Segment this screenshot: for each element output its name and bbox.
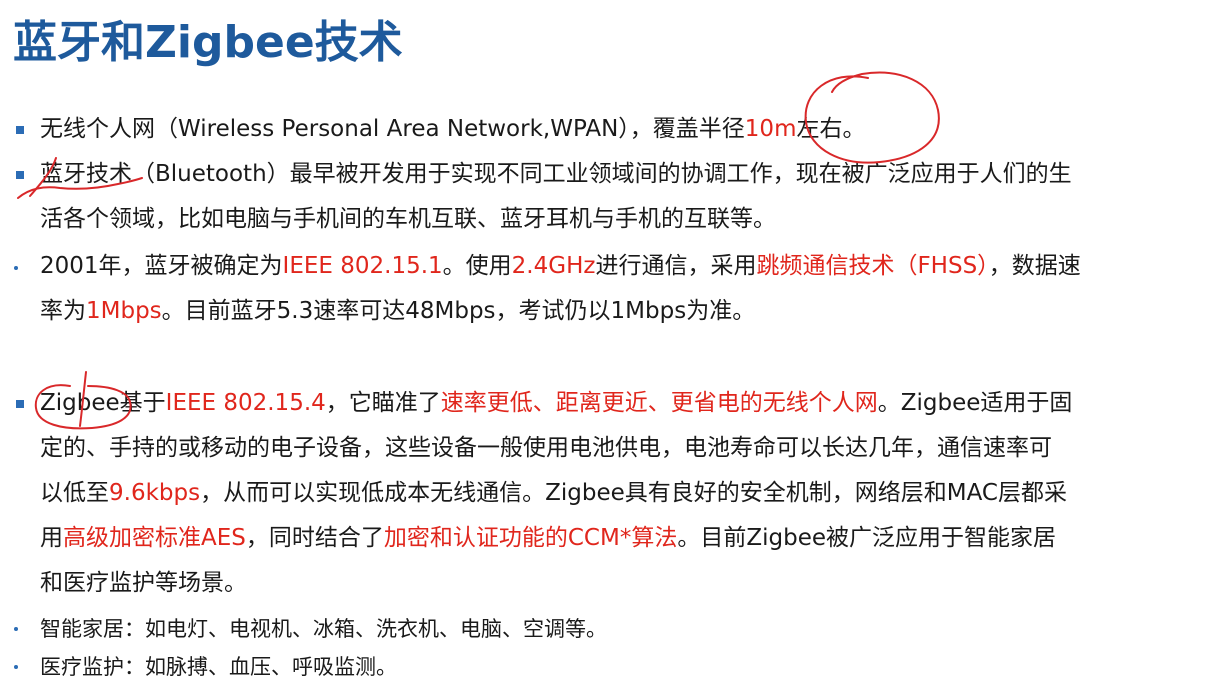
highlight-span: 10m [744, 116, 797, 142]
square-bullet-icon [16, 400, 24, 408]
slide-title: 蓝牙和Zigbee技术 [13, 17, 403, 68]
dot-bullet-icon [14, 665, 18, 669]
dot-bullet-icon [14, 627, 18, 631]
slide: 蓝牙和Zigbee技术 无线个人网（Wireless Personal Area… [0, 0, 1221, 680]
dot-bullet-icon [14, 266, 18, 270]
bullet-line: 智能家居：如电灯、电视机、冰箱、洗衣机、电脑、空调等。 [40, 617, 607, 641]
square-bullet-icon [16, 171, 24, 179]
bullet-line: 无线个人网（Wireless Personal Area Network,WPA… [40, 107, 1180, 152]
highlight-span: IEEE 802.15.1 [282, 253, 443, 279]
bullet-line: 和医疗监护等场景。 [40, 570, 247, 596]
bullet-line: 定的、手持的或移动的电子设备，这些设备一般使用电池供电，电池寿命可以长达几年，通… [40, 435, 1052, 461]
bullet-line: 活各个领域，比如电脑与手机间的车机互联、蓝牙耳机与手机的互联等。 [40, 206, 776, 232]
bullet-line: 蓝牙技术（Bluetooth）最早被开发用于实现不同工业领域间的协调工作，现在被… [40, 161, 1072, 187]
highlight-span: 跳频通信技术（FHSS） [756, 253, 989, 279]
sub-bullet-smart-home: 智能家居：如电灯、电视机、冰箱、洗衣机、电脑、空调等。 [14, 610, 1180, 648]
highlight-span: 高级加密标准AES [63, 525, 246, 551]
text-span: 。目前Zigbee被广泛应用于智能家居 [677, 525, 1056, 551]
text-span: 无线个人网（Wireless Personal Area Network,WPA… [40, 116, 745, 142]
highlight-span: IEEE 802.15.4 [165, 390, 326, 416]
text-span: 率为 [40, 298, 86, 324]
text-span: ，同时结合了 [245, 525, 384, 551]
text-span: 左右。 [796, 116, 866, 142]
text-span: ，它瞄准了 [325, 390, 441, 416]
text-span: Zigbee基于 [40, 390, 166, 416]
text-span: 。目前蓝牙5.3速率可达48Mbps，考试仍以1Mbps为准。 [161, 298, 756, 324]
bullet-wpan: 无线个人网（Wireless Personal Area Network,WPA… [16, 107, 1180, 152]
square-bullet-icon [16, 126, 24, 134]
bullet-bluetooth: 蓝牙技术（Bluetooth）最早被开发用于实现不同工业领域间的协调工作，现在被… [16, 152, 1180, 242]
text-span: 2001年，蓝牙被确定为 [40, 253, 283, 279]
text-span: 进行通信，采用 [595, 253, 757, 279]
highlight-span: 速率更低、距离更近、更省电的无线个人网 [440, 390, 878, 416]
bullet-line: Zigbee基于IEEE 802.15.4，它瞄准了速率更低、距离更近、更省电的… [40, 381, 1180, 426]
text-span: 用 [40, 525, 63, 551]
highlight-span: 1Mbps [86, 298, 162, 324]
bullet-line: 2001年，蓝牙被确定为IEEE 802.15.1。使用2.4GHz进行通信，采… [40, 244, 1180, 289]
text-span: 。Zigbee适用于固 [877, 390, 1073, 416]
bullet-line: 医疗监护：如脉搏、血压、呼吸监测。 [40, 655, 397, 679]
highlight-span: 2.4GHz [511, 253, 596, 279]
highlight-span: 9.6kbps [109, 480, 201, 506]
bullet-line: 用高级加密标准AES，同时结合了加密和认证功能的CCM*算法。目前Zigbee被… [40, 516, 1180, 561]
bullet-bluetooth-standard: 2001年，蓝牙被确定为IEEE 802.15.1。使用2.4GHz进行通信，采… [14, 244, 1180, 334]
text-span: ，从而可以实现低成本无线通信。Zigbee具有良好的安全机制，网络层和MAC层都… [200, 480, 1067, 506]
highlight-span: 加密和认证功能的CCM*算法 [383, 525, 678, 551]
text-span: 以低至 [40, 480, 109, 506]
text-span: 。使用 [442, 253, 512, 279]
bullet-line: 率为1Mbps。目前蓝牙5.3速率可达48Mbps，考试仍以1Mbps为准。 [40, 289, 1180, 334]
sub-bullet-medical: 医疗监护：如脉搏、血压、呼吸监测。 [14, 648, 1180, 680]
bullet-zigbee: Zigbee基于IEEE 802.15.4，它瞄准了速率更低、距离更近、更省电的… [16, 381, 1180, 606]
text-span: ，数据速 [988, 253, 1081, 279]
bullet-line: 以低至9.6kbps，从而可以实现低成本无线通信。Zigbee具有良好的安全机制… [40, 471, 1180, 516]
